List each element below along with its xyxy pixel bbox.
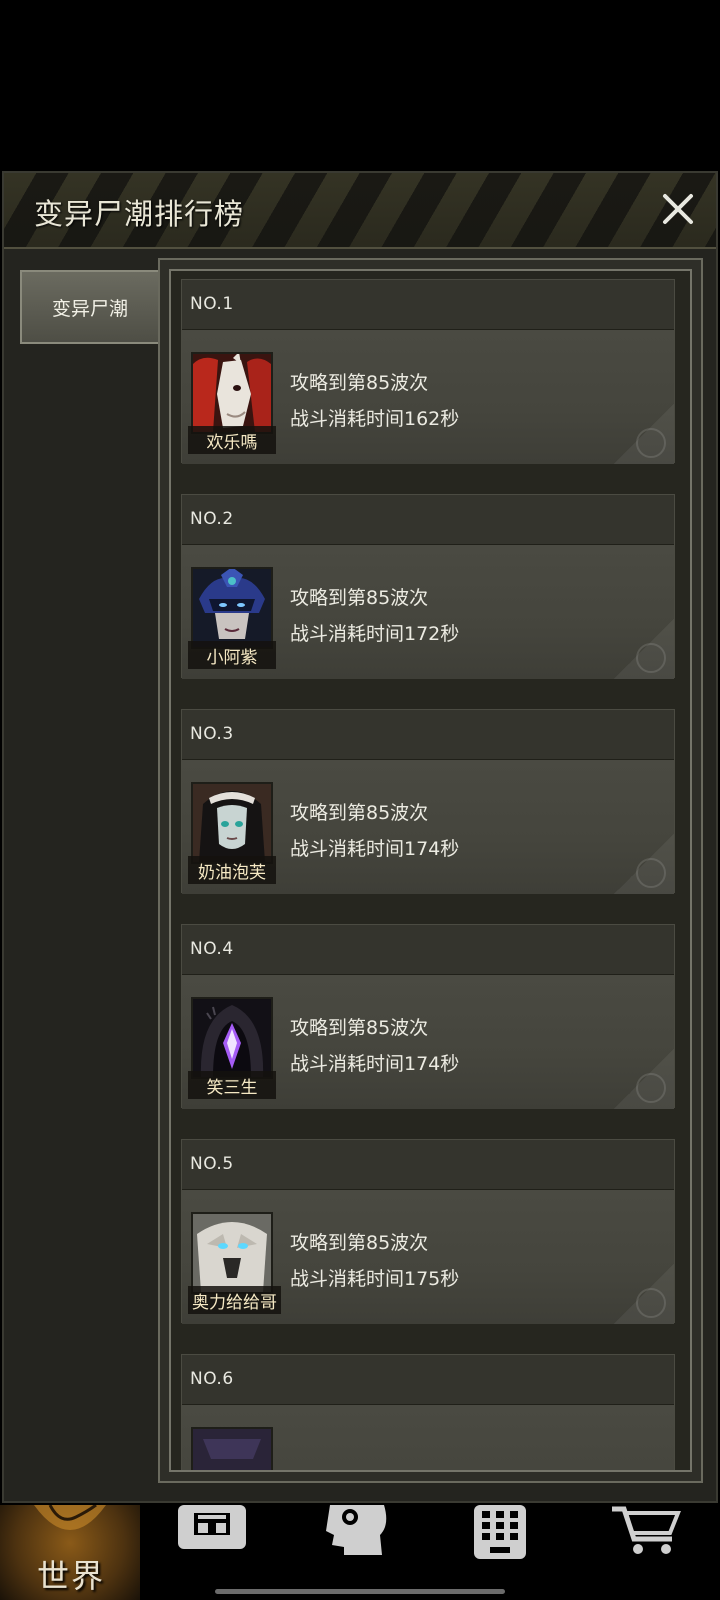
- rank-number: NO.5: [190, 1154, 234, 1174]
- player-avatar[interactable]: [191, 782, 273, 864]
- rank-number: NO.3: [190, 724, 234, 744]
- nav-world-label: 世界: [37, 1557, 106, 1595]
- nav-world[interactable]: 世界: [0, 1505, 140, 1600]
- close-icon: [663, 194, 693, 224]
- battle-time: 战斗消耗时间174秒: [290, 838, 460, 860]
- player-avatar[interactable]: [191, 352, 273, 434]
- hazard-icon: [636, 428, 666, 458]
- home-indicator[interactable]: [215, 1589, 505, 1594]
- shopping-cart-icon: [612, 1506, 681, 1554]
- modal-title: 变异尸潮排行榜: [34, 197, 245, 231]
- wave-progress: 攻略到第85波次: [290, 587, 429, 609]
- player-name: 欢乐嗎: [188, 426, 276, 454]
- battle-time: 战斗消耗时间174秒: [290, 1053, 460, 1075]
- wave-progress: 攻略到第85波次: [290, 1017, 429, 1039]
- player-avatar[interactable]: [191, 1427, 273, 1470]
- modal-header: 变异尸潮排行榜: [4, 173, 716, 249]
- ranking-card: NO.4 笑三生 攻略到第85波次 战斗消耗时间174秒: [181, 924, 675, 1109]
- ranking-card: NO.5 奥力给给哥 攻略到第85波次 战斗消耗时间175秒: [181, 1139, 675, 1324]
- battle-time: 战斗消耗时间175秒: [290, 1268, 460, 1290]
- backpack-icon: [178, 1505, 246, 1549]
- nav-phone[interactable]: [460, 1505, 590, 1600]
- wave-progress: 攻略到第85波次: [290, 802, 429, 824]
- purple-crystal-hooded-portrait-icon: [193, 999, 271, 1077]
- hazard-icon: [636, 1288, 666, 1318]
- nav-backpack[interactable]: [160, 1505, 290, 1600]
- phone-keypad-icon: [474, 1505, 526, 1559]
- red-haired-horse-portrait-icon: [193, 354, 271, 432]
- ranking-card: NO.2 小阿紫 攻略到第85波次 战斗消耗时间172秒: [181, 494, 675, 679]
- player-name: 笑三生: [188, 1071, 276, 1099]
- rank-number: NO.4: [190, 939, 234, 959]
- rank-number: NO.1: [190, 294, 234, 314]
- hazard-icon: [636, 858, 666, 888]
- ranking-list-frame: NO.1 欢乐嗎 攻略到第85波次 战斗消耗时间162秒 NO.2 小阿紫 攻略…: [158, 258, 703, 1483]
- tab-mutant-zombie-tide[interactable]: 变异尸潮: [20, 270, 160, 344]
- wave-progress: 攻略到第85波次: [290, 372, 429, 394]
- rank-number: NO.6: [190, 1369, 234, 1389]
- nav-profile[interactable]: [310, 1505, 440, 1600]
- close-button[interactable]: [656, 187, 700, 231]
- player-name: 奥力给给哥: [188, 1286, 281, 1314]
- white-wolf-portrait-icon: [193, 1214, 271, 1292]
- ranking-card: NO.6: [181, 1354, 675, 1470]
- player-avatar[interactable]: [191, 567, 273, 649]
- player-avatar[interactable]: [191, 997, 273, 1079]
- player-name: 小阿紫: [188, 641, 276, 669]
- rank-number: NO.2: [190, 509, 234, 529]
- player-avatar[interactable]: [191, 1212, 273, 1294]
- ranking-card: NO.3 奶油泡芙 攻略到第85波次 战斗消耗时间174秒: [181, 709, 675, 894]
- dark-haired-maid-portrait-icon: [193, 784, 271, 862]
- wave-progress: 攻略到第85波次: [290, 1232, 429, 1254]
- ranking-list[interactable]: NO.1 欢乐嗎 攻略到第85波次 战斗消耗时间162秒 NO.2 小阿紫 攻略…: [169, 269, 692, 1472]
- partial-portrait-icon: [193, 1429, 271, 1470]
- bottom-nav: 世界: [0, 1505, 720, 1600]
- player-name: 奶油泡芙: [188, 856, 276, 884]
- nav-shop[interactable]: [600, 1505, 720, 1600]
- hazard-icon: [636, 643, 666, 673]
- globe-icon: [34, 1505, 106, 1530]
- battle-time: 战斗消耗时间172秒: [290, 623, 460, 645]
- head-gear-icon: [326, 1505, 387, 1555]
- hazard-icon: [636, 1073, 666, 1103]
- tab-label: 变异尸潮: [51, 297, 128, 320]
- blue-masked-woman-portrait-icon: [193, 569, 271, 647]
- battle-time: 战斗消耗时间162秒: [290, 408, 460, 430]
- ranking-card: NO.1 欢乐嗎 攻略到第85波次 战斗消耗时间162秒: [181, 279, 675, 464]
